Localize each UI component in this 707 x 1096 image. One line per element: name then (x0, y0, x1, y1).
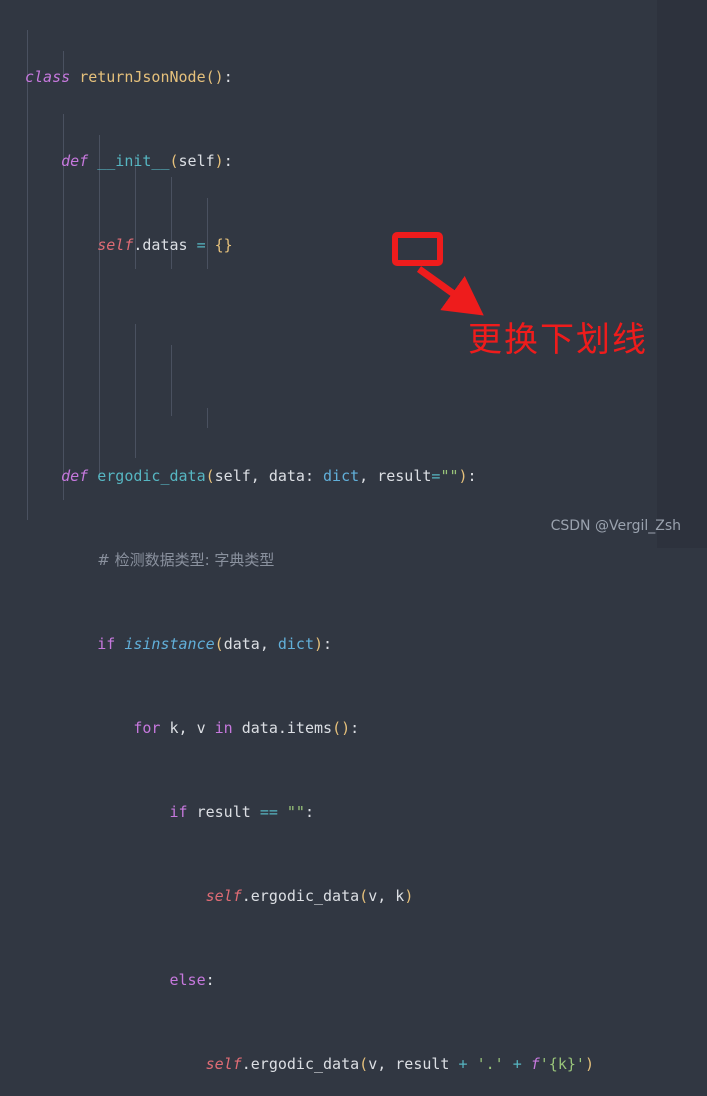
token-comma: , (250, 467, 260, 485)
token-var-v: v (368, 1055, 378, 1073)
code-line-10[interactable]: if result == "": (0, 802, 707, 823)
token-keyword-else: else (169, 971, 206, 989)
token-colon: : (223, 68, 233, 86)
token-fstring-prefix: f (530, 1055, 540, 1073)
token-self: self (97, 236, 134, 254)
token-paren: ( (205, 467, 215, 485)
token-param-data: data (268, 467, 305, 485)
code-line-2[interactable]: def __init__(self): (0, 151, 707, 172)
token-paren: ( (169, 152, 179, 170)
token-comma: , (259, 635, 269, 653)
code-editor-surface[interactable]: class returnJsonNode(): def __init__(sel… (0, 0, 707, 1073)
token-dot-string: '.' (476, 1055, 504, 1073)
code-line-12[interactable]: else: (0, 970, 707, 991)
token-call-ergodic-data: ergodic_data (250, 887, 360, 905)
token-dot: . (241, 887, 251, 905)
token-call-ergodic-data: ergodic_data (250, 1055, 360, 1073)
token-init-name: __init__ (97, 152, 170, 170)
token-colon: : (304, 803, 314, 821)
token-arg-data: data (223, 635, 260, 653)
token-paren: () (205, 68, 224, 86)
token-plus: + (458, 1055, 468, 1073)
token-paren: ( (359, 887, 369, 905)
token-empty-string: "" (440, 467, 459, 485)
code-line-1[interactable]: class returnJsonNode(): (0, 67, 707, 88)
token-var-result: result (395, 1055, 450, 1073)
token-paren: ) (214, 152, 224, 170)
token-paren: ) (404, 887, 414, 905)
code-line-11[interactable]: self.ergodic_data(v, k) (0, 886, 707, 907)
token-colon: : (304, 467, 314, 485)
token-paren: ) (458, 467, 468, 485)
comment-detect-dict: # 检测数据类型: 字典类型 (97, 551, 275, 569)
token-self-param: self (178, 152, 215, 170)
token-plus: + (512, 1055, 522, 1073)
code-line-9[interactable]: for k, v in data.items(): (0, 718, 707, 739)
token-paren: ( (214, 635, 224, 653)
token-keyword-for: for (133, 719, 161, 737)
token-attr-datas: datas (142, 236, 188, 254)
token-colon: : (323, 635, 333, 653)
token-var-k: k (169, 719, 179, 737)
token-self: self (205, 1055, 242, 1073)
token-self: self (205, 887, 242, 905)
code-line-5[interactable] (0, 382, 707, 403)
token-paren: () (332, 719, 351, 737)
token-comma: , (377, 1055, 387, 1073)
token-paren: ) (314, 635, 324, 653)
code-text-block[interactable]: class returnJsonNode(): def __init__(sel… (0, 4, 707, 1096)
token-arg-data: data (241, 719, 278, 737)
code-line-6[interactable]: def ergodic_data(self, data: dict, resul… (0, 466, 707, 487)
token-comma: , (377, 887, 387, 905)
token-keyword-if: if (97, 635, 116, 653)
token-builtin-isinstance: isinstance (124, 635, 215, 653)
token-fstring-body: '{k}' (539, 1055, 585, 1073)
token-param-result: result (377, 467, 432, 485)
token-type-dict: dict (277, 635, 314, 653)
token-paren: ) (584, 1055, 594, 1073)
token-var-result: result (196, 803, 251, 821)
token-keyword-def: def (61, 467, 89, 485)
token-comma: , (178, 719, 188, 737)
token-var-v: v (196, 719, 206, 737)
token-colon: : (205, 971, 215, 989)
token-colon: : (350, 719, 360, 737)
csdn-watermark: CSDN @Vergil_Zsh (550, 518, 681, 534)
token-dot: . (241, 1055, 251, 1073)
token-keyword-if: if (169, 803, 188, 821)
token-keyword-class: class (25, 68, 71, 86)
token-empty-string: "" (286, 803, 305, 821)
token-empty-dict: {} (214, 236, 233, 254)
code-line-8[interactable]: if isinstance(data, dict): (0, 634, 707, 655)
code-line-7[interactable]: # 检测数据类型: 字典类型 (0, 550, 707, 571)
code-line-13[interactable]: self.ergodic_data(v, result + '.' + f'{k… (0, 1054, 707, 1075)
token-var-v: v (368, 887, 378, 905)
token-class-name: returnJsonNode (79, 68, 206, 86)
token-var-k: k (395, 887, 405, 905)
code-line-4[interactable] (0, 319, 707, 340)
token-method-items: items (286, 719, 333, 737)
token-keyword-def: def (61, 152, 89, 170)
token-type-dict: dict (323, 467, 360, 485)
token-self-param: self (214, 467, 251, 485)
code-line-3[interactable]: self.datas = {} (0, 235, 707, 256)
token-colon: : (467, 467, 477, 485)
token-paren: ( (359, 1055, 369, 1073)
token-assign: = (196, 236, 206, 254)
token-comma: , (359, 467, 369, 485)
token-equality: == (259, 803, 278, 821)
token-keyword-in: in (214, 719, 233, 737)
token-method-name: ergodic_data (97, 467, 206, 485)
token-dot: . (277, 719, 287, 737)
token-colon: : (223, 152, 233, 170)
